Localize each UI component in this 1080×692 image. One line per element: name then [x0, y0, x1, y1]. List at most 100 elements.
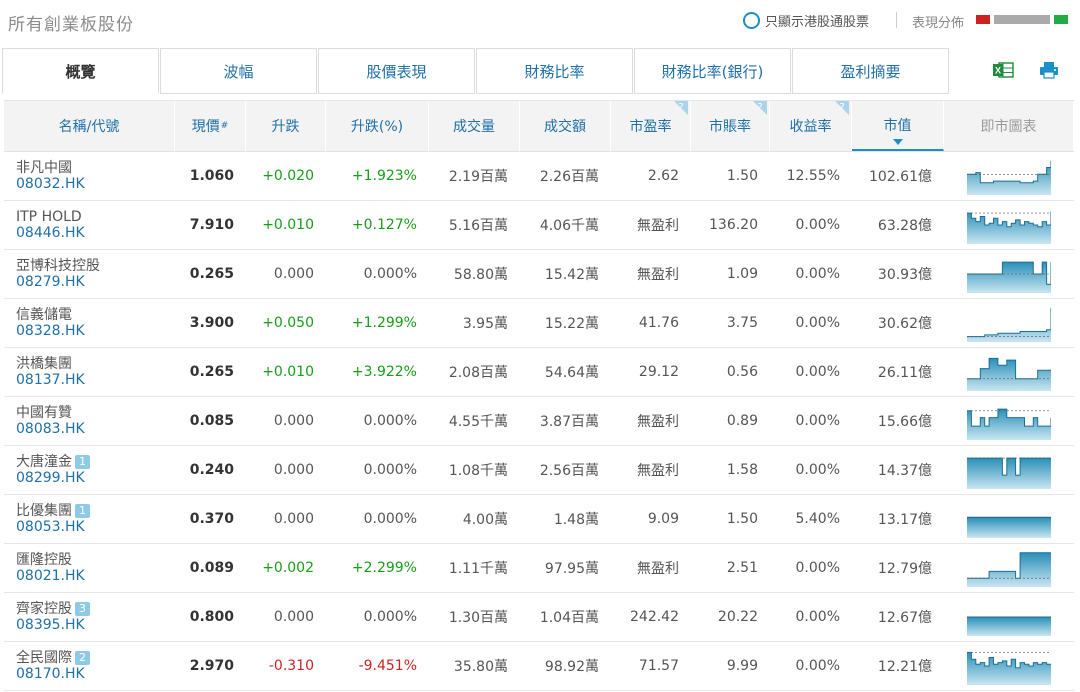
note-badge[interactable]: 1 [75, 504, 90, 518]
sparkline-chart[interactable] [967, 647, 1051, 685]
stock-cell: 匯隆控股 08021.HK [4, 544, 175, 592]
tab-financial-ratios[interactable]: 財務比率 [476, 48, 633, 94]
col-name[interactable]: 名稱/代號 [4, 101, 175, 151]
market-cap-cell: 63.28億 [877, 218, 932, 234]
yield-cell: 5.40% [795, 511, 840, 527]
table-row[interactable]: 比優集團 1 08053.HK 0.370 0.000 0.000% 4.00萬 1.48萬 9… [4, 495, 1074, 544]
stock-code-link[interactable]: 08395.HK [16, 617, 85, 633]
intraday-chart-cell[interactable] [944, 348, 1074, 396]
col-price[interactable]: 現價 # [175, 101, 246, 151]
intraday-chart-cell[interactable] [944, 152, 1074, 200]
radio-icon[interactable] [743, 12, 760, 29]
tab-volatility[interactable]: 波幅 [160, 48, 317, 94]
table-row[interactable]: 中國有贊 08083.HK 0.085 0.000 0.000% 4.55千萬 3.87百萬… [4, 397, 1074, 446]
tab-overview[interactable]: 概覽 [2, 48, 159, 94]
tab-price-performance[interactable]: 股價表現 [318, 48, 475, 94]
table-row[interactable]: 信義儲電 08328.HK 3.900 +0.050 +1.299% 3.95萬 15.22… [4, 299, 1074, 348]
change-cell: +0.002 [262, 560, 314, 576]
table-row[interactable]: 匯隆控股 08021.HK 0.089 +0.002 +2.299% 1.11千萬 97.9… [4, 544, 1074, 593]
sparkline-chart[interactable] [967, 549, 1051, 587]
intraday-chart-cell[interactable] [944, 299, 1074, 347]
sparkline-chart[interactable] [967, 157, 1051, 195]
note-badge[interactable]: 1 [75, 455, 90, 469]
stock-code-link[interactable]: 08021.HK [16, 568, 85, 584]
pe-cell: 無盈利 [637, 267, 679, 283]
stock-code-link[interactable]: 08299.HK [16, 470, 85, 486]
intraday-chart-cell[interactable] [944, 201, 1074, 249]
stock-code-link[interactable]: 08053.HK [16, 519, 85, 535]
sparkline-chart[interactable] [967, 353, 1051, 391]
turnover-cell: 15.22萬 [544, 316, 599, 332]
turnover-cell: 98.92萬 [544, 659, 599, 675]
sparkline-chart[interactable] [967, 206, 1051, 244]
table-row[interactable]: 非凡中國 08032.HK 1.060 +0.020 +1.923% 2.19百萬 2.26… [4, 152, 1074, 201]
pe-cell: 無盈利 [637, 414, 679, 430]
svg-text:X: X [995, 66, 1001, 76]
col-turnover[interactable]: 成交額 [520, 101, 611, 151]
sparkline-chart[interactable] [967, 255, 1051, 293]
print-icon[interactable] [1038, 61, 1060, 79]
price-cell: 7.910 [189, 217, 234, 233]
intraday-chart-cell[interactable] [944, 495, 1074, 543]
table-row[interactable]: 齊家控股 3 08395.HK 0.800 0.000 0.000% 1.30百萬 1.04百… [4, 593, 1074, 642]
intraday-chart-cell[interactable] [944, 544, 1074, 592]
change-cell: 0.000 [273, 511, 314, 527]
col-pe[interactable]: 市盈率? [611, 101, 691, 151]
volume-cell: 2.08百萬 [448, 365, 508, 381]
col-change[interactable]: 升跌 [246, 101, 326, 151]
price-cell: 0.240 [189, 462, 234, 478]
col-market-cap[interactable]: 市值 [852, 101, 944, 151]
divider [896, 12, 897, 28]
excel-icon[interactable]: X [992, 61, 1014, 79]
pe-cell: 41.76 [638, 315, 679, 331]
col-pb[interactable]: 市賬率? [691, 101, 770, 151]
col-change-pct[interactable]: 升跌(%) [326, 101, 429, 151]
col-volume[interactable]: 成交量 [429, 101, 520, 151]
table-header: 名稱/代號 現價 # 升跌 升跌(%) 成交量 成交額 市盈率? 市賬率? 收益率… [4, 100, 1074, 152]
sparkline-area [967, 458, 1051, 489]
sparkline-area [967, 358, 1051, 391]
stock-code-link[interactable]: 08446.HK [16, 225, 85, 241]
tab-financial-ratios-bank[interactable]: 財務比率(銀行) [634, 48, 791, 94]
stock-code-link[interactable]: 08279.HK [16, 274, 85, 290]
stock-cell: ITP HOLD 08446.HK [4, 201, 175, 249]
help-icon[interactable]: ? [674, 101, 688, 115]
help-icon[interactable]: ? [835, 101, 849, 115]
stock-code-link[interactable]: 08170.HK [16, 666, 85, 682]
stock-code-link[interactable]: 08083.HK [16, 421, 85, 437]
intraday-chart-cell[interactable] [944, 446, 1074, 494]
change-cell: +0.010 [262, 364, 314, 380]
table-row[interactable]: 洪橋集團 08137.HK 0.265 +0.010 +3.922% 2.08百萬 54.6… [4, 348, 1074, 397]
turnover-cell: 2.56百萬 [539, 463, 599, 479]
stock-code-link[interactable]: 08328.HK [16, 323, 85, 339]
sparkline-chart[interactable] [967, 598, 1051, 636]
table-row[interactable]: 亞博科技控股 08279.HK 0.265 0.000 0.000% 58.80萬 15.4… [4, 250, 1074, 299]
stock-code-link[interactable]: 08032.HK [16, 176, 85, 192]
intraday-chart-cell[interactable] [944, 593, 1074, 641]
sparkline-chart[interactable] [967, 451, 1051, 489]
intraday-chart-cell[interactable] [944, 642, 1074, 690]
sparkline-area [967, 409, 1051, 440]
note-badge[interactable]: 3 [75, 602, 90, 616]
help-icon[interactable]: ? [753, 101, 767, 115]
tab-earnings-summary[interactable]: 盈利摘要 [792, 48, 949, 94]
pb-cell: 3.75 [726, 315, 758, 331]
turnover-cell: 1.48萬 [553, 512, 599, 528]
table-row[interactable]: 全民國際 2 08170.HK 2.970 -0.310 -9.451% 35.80萬 98.… [4, 642, 1074, 691]
change-pct-cell: +0.127% [351, 217, 417, 233]
intraday-chart-cell[interactable] [944, 250, 1074, 298]
price-cell: 0.085 [189, 413, 234, 429]
table-row[interactable]: ITP HOLD 08446.HK 7.910 +0.010 +0.127% 5.16百萬… [4, 201, 1074, 250]
table-row[interactable]: 大唐潼金 1 08299.HK 0.240 0.000 0.000% 1.08千萬 2.56百… [4, 446, 1074, 495]
change-pct-cell: 0.000% [363, 413, 417, 429]
intraday-chart-cell[interactable] [944, 397, 1074, 445]
note-badge[interactable]: 2 [75, 651, 90, 665]
col-yield[interactable]: 收益率? [770, 101, 852, 151]
change-pct-cell: 0.000% [363, 511, 417, 527]
stock-cell: 中國有贊 08083.HK [4, 397, 175, 445]
sparkline-chart[interactable] [967, 402, 1051, 440]
stock-code-link[interactable]: 08137.HK [16, 372, 85, 388]
hk-connect-filter[interactable]: 只顯示港股通股票 [743, 11, 869, 30]
sparkline-chart[interactable] [967, 500, 1051, 538]
sparkline-chart[interactable] [967, 304, 1051, 342]
